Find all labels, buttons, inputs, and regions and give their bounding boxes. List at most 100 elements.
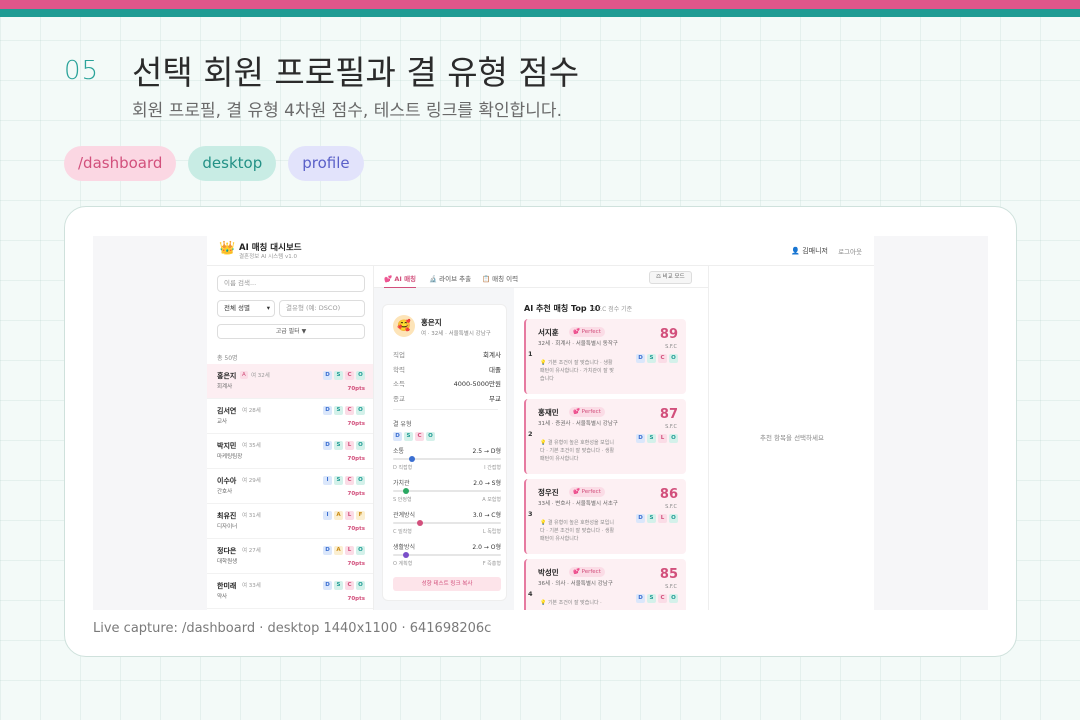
- tab-ai-match[interactable]: 💕 AI 매칭: [384, 273, 417, 289]
- recommendation-title: AI 추천 매칭 Top 10: [524, 304, 601, 313]
- dimension-value: 2.0 → O형: [472, 544, 501, 551]
- member-points: 70pts: [347, 596, 366, 602]
- member-list-item[interactable]: 박지민 여 35세 마케팅팀장 D S L O 70pts: [207, 434, 373, 469]
- type-code-badge: C: [415, 432, 424, 441]
- type-code-badge: O: [356, 371, 365, 380]
- dimension-knob: [402, 488, 409, 494]
- member-job: 대학원생: [217, 559, 238, 565]
- recommendation-card[interactable]: 4 박성민 💕 Perfect 36세 · 의사 · 서울특별시 강남구 💡 기본 조건…: [524, 559, 686, 610]
- match-score: 85: [659, 567, 678, 582]
- recommendation-card[interactable]: 1 서지훈 💕 Perfect 32세 · 회계사 · 서울특별시 동작구 💡 기본 조…: [524, 319, 686, 394]
- member-list-item[interactable]: 최유진 여 31세 디자이너 I A L F 70pts: [207, 504, 373, 539]
- member-meta: 여 31세: [242, 513, 261, 519]
- type-code-badge: D: [323, 546, 332, 555]
- type-code-badge: S: [647, 434, 656, 443]
- logout-link[interactable]: 로그아웃: [838, 246, 862, 256]
- type-code-badge: S: [334, 476, 343, 485]
- recommendation-type-codes: DSLO: [636, 434, 678, 443]
- profile-field-label: 소득: [393, 380, 405, 388]
- dimension-left-label: D 직접형: [393, 465, 413, 471]
- type-code-badge: D: [323, 441, 332, 450]
- type-code-badge: S: [334, 371, 343, 380]
- dimension-label: 소통: [393, 448, 405, 455]
- member-name: 박지민: [217, 442, 237, 450]
- type-code-badge: O: [356, 406, 365, 415]
- dimension-track: [393, 522, 501, 524]
- member-meta: 여 27세: [242, 548, 261, 554]
- gender-select[interactable]: 전체 성별 ▾: [217, 300, 275, 317]
- recommendation-name: 정우진: [538, 488, 559, 497]
- dimension-right-label: L 독립형: [482, 529, 501, 535]
- member-list-item[interactable]: 홍은지 A 여 32세 회계사 D S C O 70pts: [207, 364, 373, 399]
- type-code-badge: D: [636, 594, 645, 603]
- slide-number: 05: [64, 56, 100, 86]
- type-code-badge: D: [323, 406, 332, 415]
- recommendation-rank: 2: [528, 430, 533, 438]
- dimension-knob: [417, 520, 423, 526]
- member-job: 회계사: [217, 384, 233, 390]
- member-points: 70pts: [347, 561, 366, 567]
- type-section-label: 결 유형: [393, 421, 412, 428]
- profile-meta: 여 · 32세 · 서울특별시 강남구: [421, 331, 491, 337]
- search-input[interactable]: 이름 검색...: [217, 275, 365, 292]
- chevron-down-icon: ▾: [266, 304, 270, 312]
- tab-match-history[interactable]: 📋 매칭 이력: [482, 273, 518, 283]
- member-list-item[interactable]: 이수아 여 29세 간호사 I S C O 70pts: [207, 469, 373, 504]
- member-job: 디자이너: [217, 524, 238, 530]
- member-type-codes: IALF: [323, 511, 365, 520]
- type-code-badge: O: [356, 441, 365, 450]
- tab-bar: 💕 AI 매칭 🔬 라이브 추출 📋 매칭 이력 ⚖ 비교 모드: [374, 266, 708, 289]
- member-name: 김서연: [217, 407, 237, 415]
- top-accent-bar-teal: [0, 9, 1080, 17]
- member-points: 70pts: [347, 421, 366, 427]
- user-menu[interactable]: 👤 김매니저: [791, 246, 828, 256]
- member-sidebar: 이름 검색... 전체 성별 ▾ 결유형 (예: DSCO) 고급 필터 ▼ 총…: [207, 266, 374, 610]
- type-code-badge: L: [658, 434, 667, 443]
- recommendation-meta: 36세 · 의사 · 서울특별시 강남구: [538, 581, 613, 587]
- tab-live-extract[interactable]: 🔬 라이브 추출: [429, 273, 471, 283]
- recommendation-name: 박성민: [538, 568, 559, 577]
- member-meta: 여 28세: [242, 408, 261, 414]
- member-list-item[interactable]: 정다은 여 27세 대학원생 D A L O 70pts: [207, 539, 373, 574]
- member-meta: 여 29세: [242, 478, 261, 484]
- copy-test-link-button[interactable]: 성향 테스트 링크 복사: [393, 577, 501, 591]
- user-name: 김매니저: [802, 247, 828, 255]
- type-code-badge: S: [334, 441, 343, 450]
- member-meta: 여 32세: [251, 373, 270, 379]
- type-dimension-score: 생활방식 2.0 → O형 O 계획형 F 즉흥형: [393, 542, 501, 572]
- type-code-badge: D: [323, 371, 332, 380]
- recommendation-type-codes: DSCO: [636, 354, 678, 363]
- detail-panel: 추천 항목을 선택하세요: [708, 266, 874, 610]
- type-code-badge: A: [334, 546, 343, 555]
- recommendation-meta: 31세 · 증권사 · 서울특별시 강남구: [538, 421, 618, 427]
- type-code-badge: O: [426, 432, 435, 441]
- type-code-badge: L: [345, 511, 354, 520]
- screenshot-card: 👑 AI 매칭 대시보드 결혼정보 AI 시스템 v1.0 👤 김매니저 로그아…: [64, 206, 1017, 657]
- recommendation-type-codes: DSCO: [636, 594, 678, 603]
- type-filter-input[interactable]: 결유형 (예: DSCO): [279, 300, 365, 317]
- member-list-item[interactable]: 김서연 여 28세 교사 D S C O 70pts: [207, 399, 373, 434]
- dimension-knob: [402, 552, 409, 558]
- recommendation-card[interactable]: 2 홍재민 💕 Perfect 31세 · 증권사 · 서울특별시 강남구 💡 결 유형…: [524, 399, 686, 474]
- member-list-item[interactable]: 한미래 여 33세 약사 D S C O 70pts: [207, 574, 373, 609]
- match-score: 86: [659, 487, 678, 502]
- member-job: 교사: [217, 419, 228, 425]
- compare-mode-button[interactable]: ⚖ 비교 모드: [649, 271, 692, 284]
- member-job: 간호사: [217, 489, 233, 495]
- profile-column: 🥰 홍은지 여 · 32세 · 서울특별시 강남구 직업 회계사 학력 대졸 소득 400…: [374, 288, 514, 610]
- recommendation-card[interactable]: 3 정우진 💕 Perfect 33세 · 변호사 · 서울특별시 서초구 💡 결 유형…: [524, 479, 686, 554]
- type-code-badge: C: [658, 594, 667, 603]
- dimension-right-label: I 간접형: [484, 465, 501, 471]
- score-unit: S.F.C: [665, 344, 677, 350]
- advanced-filter-button[interactable]: 고급 필터 ▼: [217, 324, 365, 339]
- type-code-badge: O: [669, 594, 678, 603]
- member-name: 한미래: [217, 582, 237, 590]
- recommendation-reasons: 💡 기본 조건이 잘 맞습니다 ·: [540, 600, 602, 606]
- type-code-badge: I: [323, 511, 332, 520]
- member-name: 홍은지: [217, 372, 237, 380]
- dimension-right-label: A 모험형: [482, 497, 501, 503]
- member-points: 70pts: [347, 526, 366, 532]
- tag-device: desktop: [188, 146, 277, 181]
- member-count: 총 50명: [217, 355, 238, 362]
- recommendation-meta: 33세 · 변호사 · 서울특별시 서초구: [538, 501, 618, 507]
